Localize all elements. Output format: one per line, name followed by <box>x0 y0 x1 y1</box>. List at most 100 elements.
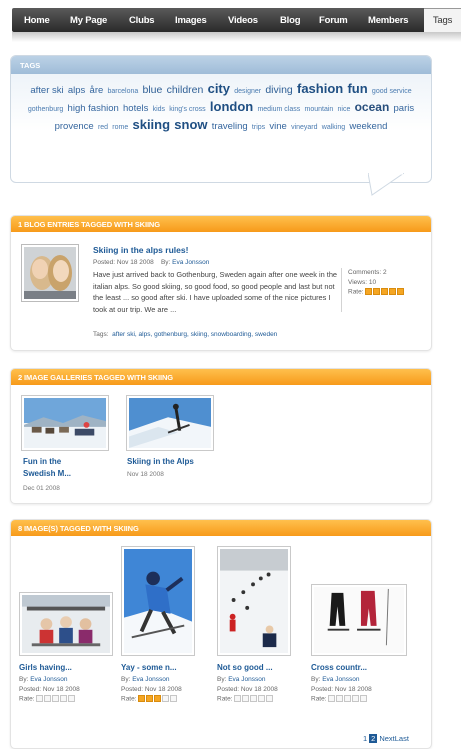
blog-author-link[interactable]: Eva Jonsson <box>172 259 209 266</box>
last-page-link[interactable]: Last <box>395 734 409 743</box>
rating-star-icon[interactable] <box>397 287 405 295</box>
tag-link[interactable]: hotels <box>123 103 148 114</box>
rating-star-icon[interactable] <box>60 694 68 702</box>
tag-link[interactable]: high fashion <box>68 103 119 114</box>
image-author-link[interactable]: Eva Jonsson <box>132 676 169 683</box>
blog-entry-thumbnail[interactable] <box>21 244 79 302</box>
nav-members[interactable]: Members <box>368 15 409 26</box>
tag-link[interactable]: fun <box>347 81 367 96</box>
nav-my-page[interactable]: My Page <box>70 15 107 26</box>
rating-star-icon[interactable] <box>365 287 373 295</box>
tag-link[interactable]: designer <box>234 88 261 95</box>
nav-images[interactable]: Images <box>175 15 207 26</box>
tag-link[interactable]: skiing <box>132 117 170 132</box>
page-link-1[interactable]: 1 <box>363 734 367 743</box>
image-title[interactable]: Girls having... <box>19 662 72 674</box>
rating-star-icon[interactable] <box>154 694 162 702</box>
tag-link[interactable]: trips <box>252 124 265 131</box>
rating-star-icon[interactable] <box>389 287 397 295</box>
rating-star-icon[interactable] <box>170 694 178 702</box>
nav-forum[interactable]: Forum <box>319 15 348 26</box>
rating-star-icon[interactable] <box>68 694 76 702</box>
tag-link[interactable]: children <box>167 84 204 96</box>
rating-star-icon[interactable] <box>234 694 242 702</box>
rating-star-icon[interactable] <box>336 694 344 702</box>
tag-link[interactable]: weekend <box>349 121 387 132</box>
image-rating-stars[interactable] <box>138 694 178 704</box>
rating-star-icon[interactable] <box>360 694 368 702</box>
tag-link[interactable]: nice <box>338 106 351 113</box>
rating-star-icon[interactable] <box>258 694 266 702</box>
tag-link[interactable]: blue <box>142 84 162 96</box>
tag-link[interactable]: red <box>98 124 108 131</box>
rating-star-icon[interactable] <box>266 694 274 702</box>
rating-star-icon[interactable] <box>138 694 146 702</box>
tag-link[interactable]: city <box>208 81 230 96</box>
tag-link[interactable]: kids <box>153 106 165 113</box>
rating-star-icon[interactable] <box>162 694 170 702</box>
tag-link[interactable]: ocean <box>355 100 390 114</box>
rating-star-icon[interactable] <box>373 287 381 295</box>
next-page-link[interactable]: Next <box>379 734 394 743</box>
page-current-2[interactable]: 2 <box>369 734 378 743</box>
rating-star-icon[interactable] <box>328 694 336 702</box>
image-rating-stars[interactable] <box>234 694 274 704</box>
nav-videos[interactable]: Videos <box>228 15 258 26</box>
rating-star-icon[interactable] <box>36 694 44 702</box>
image-thumbnail[interactable] <box>121 546 195 656</box>
image-rating-stars[interactable] <box>36 694 76 704</box>
nav-tags-active[interactable]: Tags <box>424 8 461 32</box>
tag-link[interactable]: good service <box>372 88 412 95</box>
tag-link[interactable]: king's cross <box>169 106 205 113</box>
image-posted-date: Posted: Nov 18 2008 <box>311 685 372 693</box>
rating-star-icon[interactable] <box>146 694 154 702</box>
gallery-thumbnail[interactable] <box>21 395 109 451</box>
tag-link[interactable]: medium class <box>257 106 300 113</box>
rating-star-icon[interactable] <box>52 694 60 702</box>
tag-link[interactable]: provence <box>55 121 94 132</box>
tag-link[interactable]: fashion <box>297 81 343 96</box>
rating-star-icon[interactable] <box>352 694 360 702</box>
tag-link[interactable]: vineyard <box>291 124 317 131</box>
tag-link[interactable]: vine <box>269 121 286 132</box>
tag-link[interactable]: snow <box>174 117 207 132</box>
blog-tags-list[interactable]: after ski, alps, gothenburg, skiing, sno… <box>112 331 277 338</box>
image-title[interactable]: Yay - some n... <box>121 662 177 674</box>
blog-entry-title[interactable]: Skiing in the alps rules! <box>93 245 188 255</box>
image-thumbnail[interactable] <box>217 546 291 656</box>
nav-clubs[interactable]: Clubs <box>129 15 155 26</box>
gallery-thumbnail[interactable] <box>126 395 214 451</box>
tag-link[interactable]: after ski <box>30 85 63 96</box>
tag-link[interactable]: walking <box>322 124 345 131</box>
tag-link[interactable]: alps <box>68 85 85 96</box>
image-thumbnail[interactable] <box>19 592 113 656</box>
image-thumbnail[interactable] <box>311 584 407 656</box>
tag-link[interactable]: london <box>210 99 253 114</box>
gallery-title[interactable]: Fun in the Swedish M... <box>23 456 71 480</box>
rating-star-icon[interactable] <box>344 694 352 702</box>
image-title[interactable]: Not so good ... <box>217 662 273 674</box>
nav-blog[interactable]: Blog <box>280 15 301 26</box>
image-title[interactable]: Cross countr... <box>311 662 367 674</box>
tag-link[interactable]: gothenburg <box>28 106 63 113</box>
nav-home[interactable]: Home <box>24 15 50 26</box>
tag-link[interactable]: traveling <box>212 121 248 132</box>
tag-link[interactable]: rome <box>112 124 128 131</box>
blog-rating-stars[interactable] <box>365 287 405 297</box>
image-rating-stars[interactable] <box>328 694 368 704</box>
image-author-link[interactable]: Eva Jonsson <box>228 676 265 683</box>
rating-star-icon[interactable] <box>44 694 52 702</box>
tag-link[interactable]: paris <box>394 103 415 114</box>
image-by-label: By: <box>121 676 131 683</box>
rating-star-icon[interactable] <box>250 694 258 702</box>
tag-link[interactable]: diving <box>265 84 292 96</box>
rating-star-icon[interactable] <box>242 694 250 702</box>
image-author-link[interactable]: Eva Jonsson <box>322 676 359 683</box>
tag-link[interactable]: mountain <box>304 106 333 113</box>
tag-link[interactable]: åre <box>90 85 104 96</box>
blog-entry-meta: Posted: Nov 18 2008 By: Eva Jonsson <box>93 259 209 266</box>
gallery-title[interactable]: Skiing in the Alps <box>127 456 194 468</box>
rating-star-icon[interactable] <box>381 287 389 295</box>
image-author-link[interactable]: Eva Jonsson <box>30 676 67 683</box>
tag-link[interactable]: barcelona <box>108 88 139 95</box>
